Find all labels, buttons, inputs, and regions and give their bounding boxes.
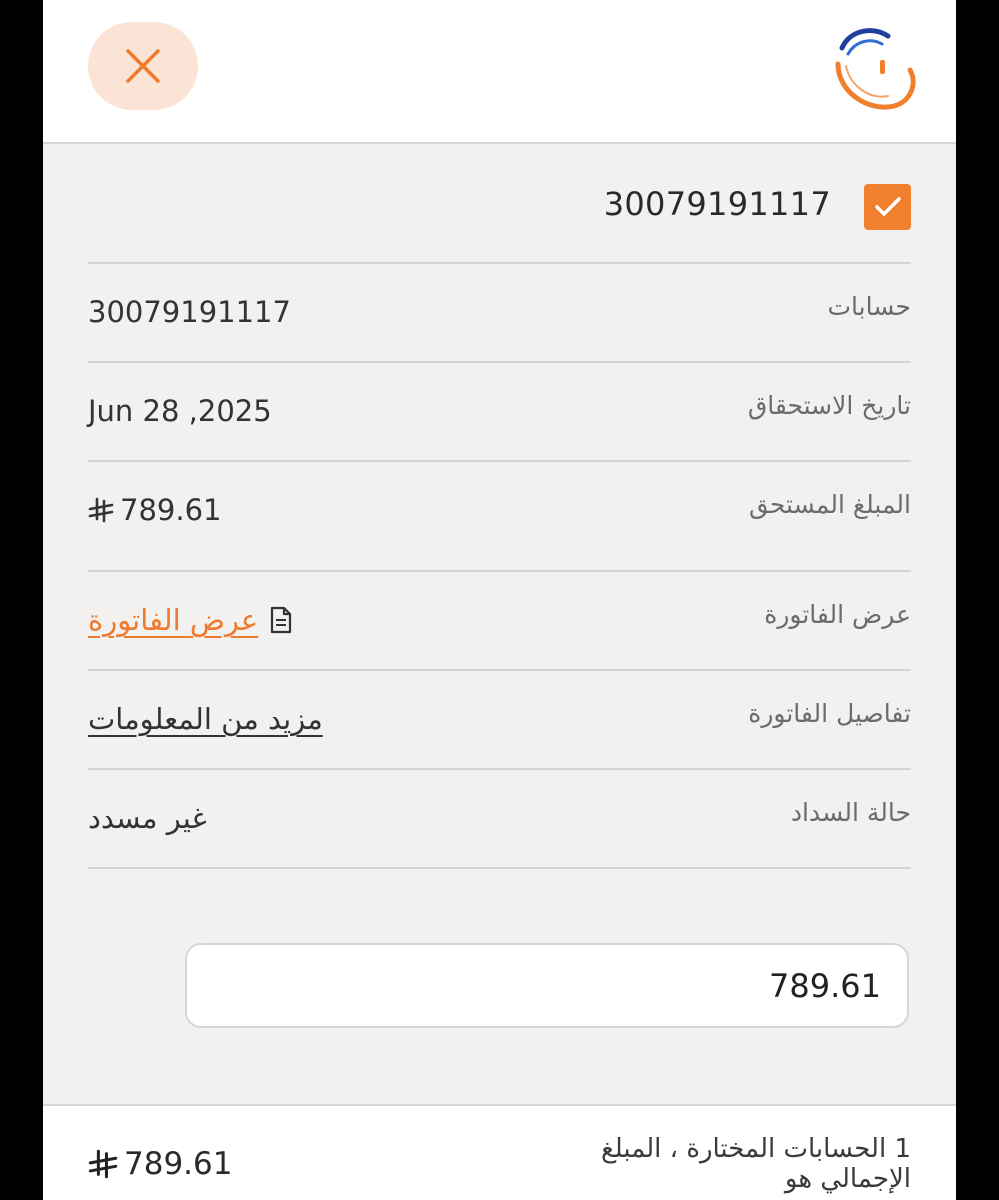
accounts-label: حسابات <box>827 292 911 321</box>
header <box>43 0 956 144</box>
due-date-label: تاريخ الاستحقاق <box>747 391 911 420</box>
footer-summary: 1 الحسابات المختارة ، المبلغ الإجمالي هو… <box>43 1104 956 1200</box>
total-amount-value: 789.61 <box>124 1146 233 1182</box>
payment-status-label: حالة السداد <box>790 798 911 827</box>
view-bill: عرض الفاتورة <box>88 603 292 637</box>
account-checkbox[interactable] <box>864 184 911 230</box>
bill-details-label: تفاصيل الفاتورة <box>748 699 911 728</box>
amount-due-row: المبلغ المستحق 789.61 <box>88 462 911 572</box>
selected-accounts-summary: 1 الحسابات المختارة ، المبلغ الإجمالي هو <box>600 1134 911 1194</box>
riyal-icon <box>88 497 114 523</box>
payment-status-value: غير مسدد <box>88 801 207 835</box>
account-header: 30079191117 <box>88 144 911 264</box>
view-bill-link[interactable]: عرض الفاتورة <box>88 603 258 637</box>
account-number: 30079191117 <box>603 185 831 223</box>
view-bill-label: عرض الفاتورة <box>764 600 911 629</box>
bill-content: 30079191117 حسابات 30079191117 تاريخ الا… <box>43 144 956 1104</box>
payment-status-row: حالة السداد غير مسدد <box>88 770 911 869</box>
company-logo <box>835 28 916 110</box>
amount-due: 789.61 <box>88 493 221 527</box>
payment-screen: 30079191117 حسابات 30079191117 تاريخ الا… <box>43 0 956 1200</box>
amount-field[interactable] <box>185 943 909 1028</box>
amount-due-value: 789.61 <box>120 493 222 527</box>
payment-amount-input[interactable] <box>187 945 907 1026</box>
accounts-value: 30079191117 <box>88 295 291 329</box>
document-icon[interactable] <box>270 606 292 634</box>
checkmark-icon <box>874 197 901 216</box>
close-button[interactable] <box>88 22 198 110</box>
riyal-icon <box>88 1149 118 1179</box>
accounts-row: حسابات 30079191117 <box>88 264 911 363</box>
close-icon <box>126 49 160 83</box>
more-info-link[interactable]: مزيد من المعلومات <box>88 702 323 736</box>
due-date-value: Jun 28 ,2025 <box>88 394 272 428</box>
due-date-row: تاريخ الاستحقاق Jun 28 ,2025 <box>88 363 911 462</box>
total-amount: 789.61 <box>88 1146 232 1182</box>
view-bill-row: عرض الفاتورة عرض الفاتورة <box>88 572 911 671</box>
bill-details-row: تفاصيل الفاتورة مزيد من المعلومات <box>88 671 911 770</box>
amount-due-label: المبلغ المستحق <box>749 490 911 519</box>
